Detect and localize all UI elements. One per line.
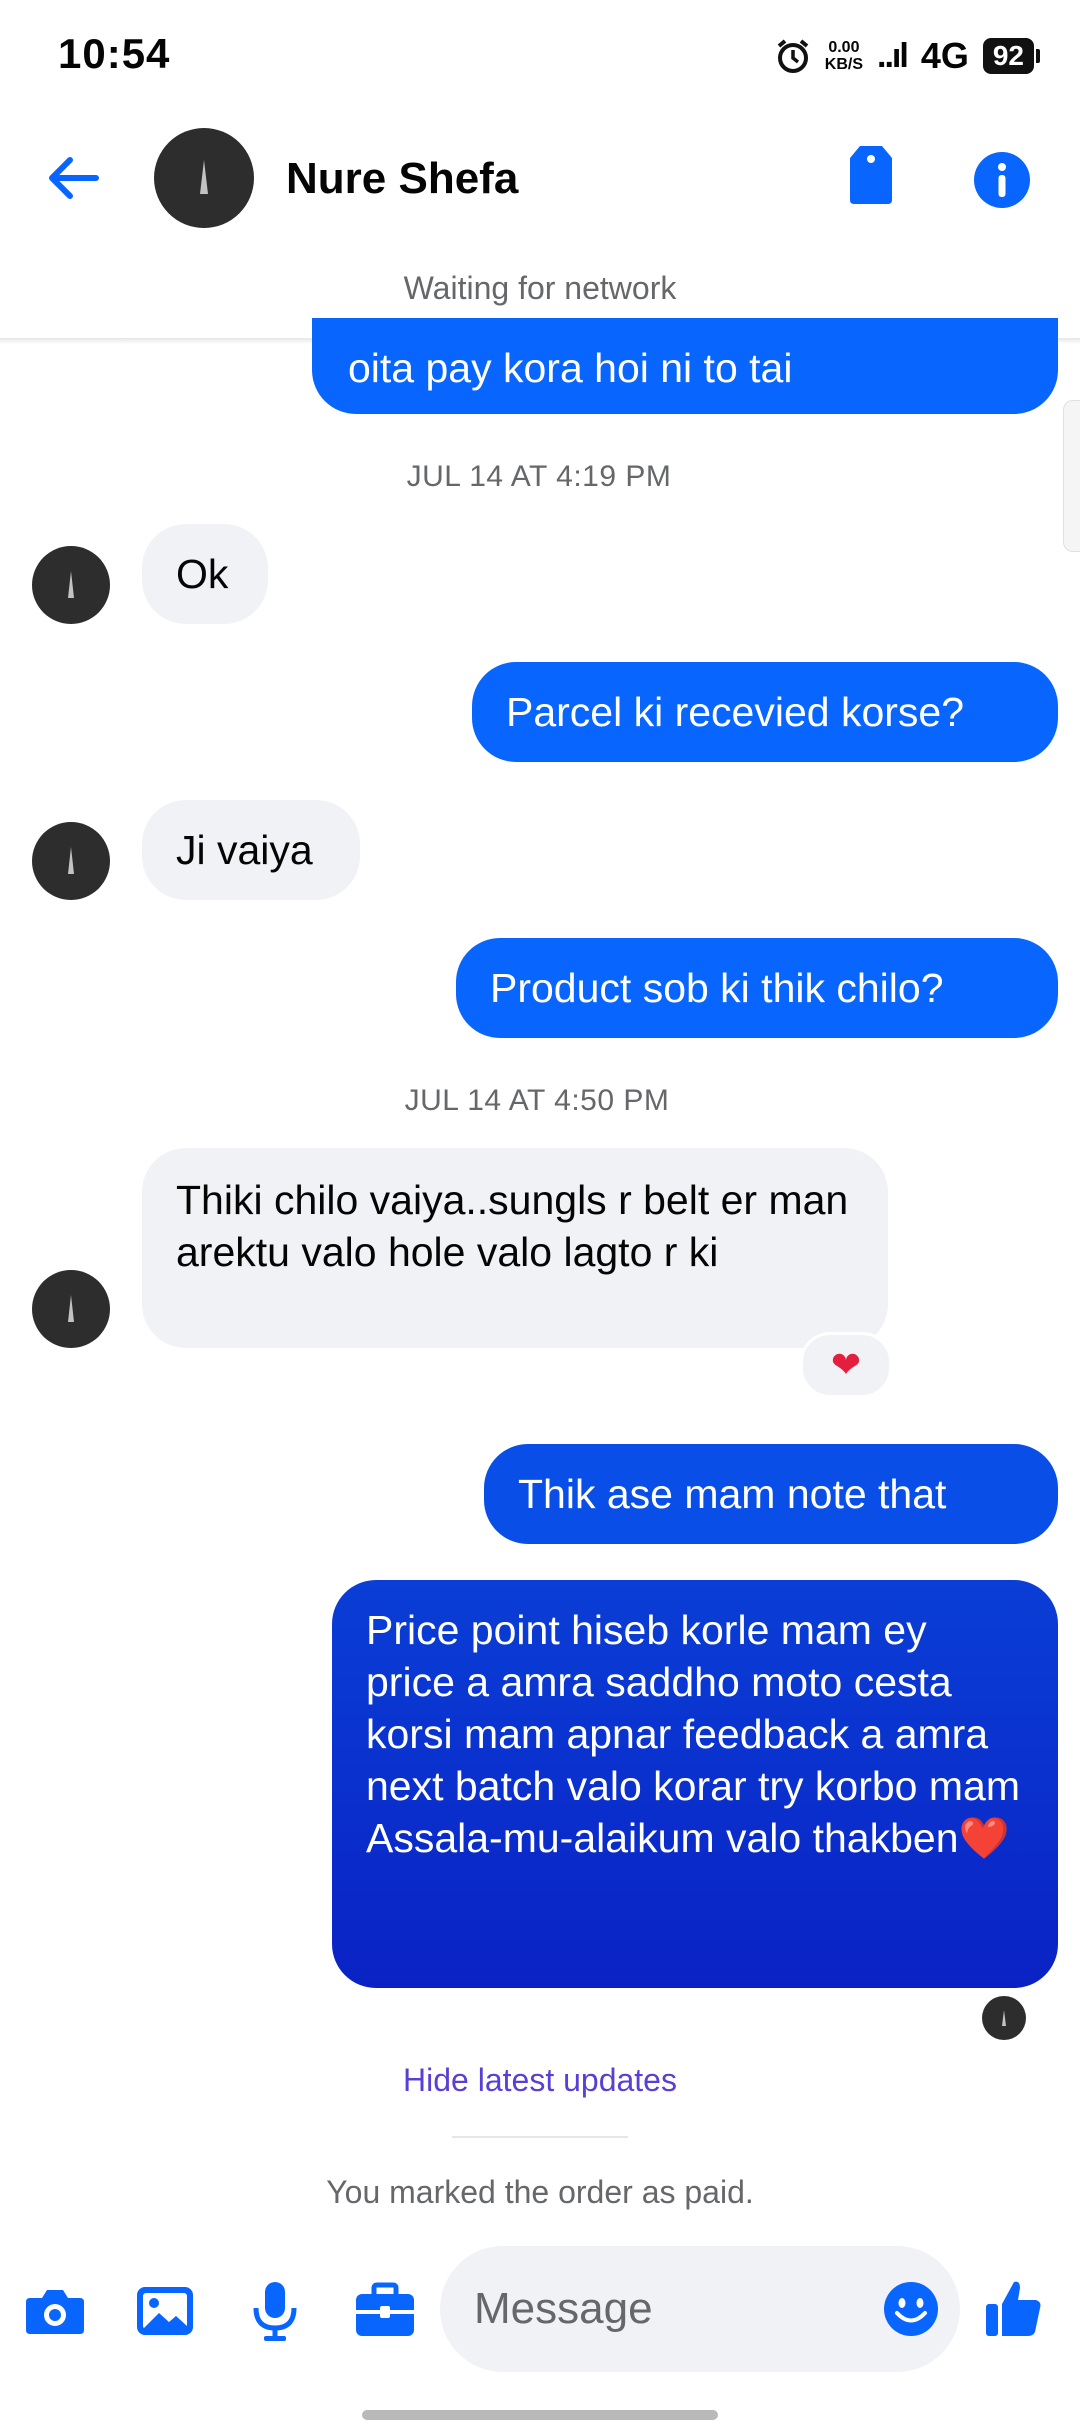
message-placeholder: Message <box>474 2284 653 2333</box>
status-indicators: 0.00 KB/S ..ıl 4G 92 <box>775 35 1040 76</box>
timestamp: JUL 14 AT 4:19 PM <box>406 460 672 493</box>
back-arrow-icon[interactable] <box>40 148 104 208</box>
composer-bar: Message <box>0 2246 1080 2376</box>
status-bar: 10:54 0.00 KB/S ..ıl 4G 92 <box>0 0 1080 110</box>
updates-divider <box>452 2136 628 2138</box>
message-outgoing[interactable]: oita pay kora hoi ni to tai <box>312 318 1058 414</box>
emoji-icon[interactable] <box>882 2280 940 2338</box>
hide-updates-link[interactable]: Hide latest updates <box>0 2062 1080 2099</box>
contact-avatar-small[interactable] <box>32 546 110 624</box>
message-outgoing[interactable]: Product sob ki thik chilo? <box>456 938 1058 1038</box>
signal-icon: ..ıl <box>877 36 909 75</box>
battery-icon: 92 <box>982 38 1040 74</box>
net-speed-unit: KB/S <box>824 56 864 73</box>
heart-reaction-icon[interactable]: ❤ <box>800 1332 892 1398</box>
battery-level: 92 <box>982 38 1034 74</box>
alarm-icon <box>775 38 811 74</box>
message-incoming[interactable]: Thiki chilo vaiya..sungls r belt er man … <box>142 1148 888 1348</box>
message-incoming[interactable]: Ji vaiya <box>142 800 360 900</box>
message-incoming[interactable]: Ok <box>142 524 268 624</box>
network-type: 4G <box>920 35 969 76</box>
chat-header: Nure Shefa <box>0 118 1080 238</box>
order-tag-icon[interactable] <box>840 142 902 208</box>
contact-name[interactable]: Nure Shefa <box>286 154 518 204</box>
network-status: Waiting for network <box>403 270 677 306</box>
net-speed-value: 0.00 <box>828 39 860 56</box>
home-indicator[interactable] <box>362 2410 718 2420</box>
contact-avatar-small[interactable] <box>32 1270 110 1348</box>
message-input[interactable]: Message <box>440 2246 960 2372</box>
message-outgoing[interactable]: Price point hiseb korle mam ey price a a… <box>332 1580 1058 1988</box>
message-outgoing[interactable]: Thik ase mam note that <box>484 1444 1058 1544</box>
contact-avatar[interactable] <box>154 128 254 228</box>
contact-avatar-small[interactable] <box>32 822 110 900</box>
gallery-icon[interactable] <box>132 2278 198 2344</box>
briefcase-icon[interactable] <box>352 2278 418 2344</box>
battery-tip <box>1036 49 1040 63</box>
system-note: You marked the order as paid. <box>326 2174 754 2210</box>
net-speed: 0.00 KB/S <box>825 39 863 73</box>
microphone-icon[interactable] <box>242 2278 308 2344</box>
info-icon[interactable] <box>970 148 1034 212</box>
read-receipt-avatar <box>982 1996 1026 2040</box>
timestamp: JUL 14 AT 4:50 PM <box>404 1084 670 1117</box>
camera-icon[interactable] <box>22 2278 88 2344</box>
message-outgoing[interactable]: Parcel ki recevied korse? <box>472 662 1058 762</box>
thumbs-up-icon[interactable] <box>980 2274 1048 2342</box>
status-time: 10:54 <box>58 30 171 77</box>
